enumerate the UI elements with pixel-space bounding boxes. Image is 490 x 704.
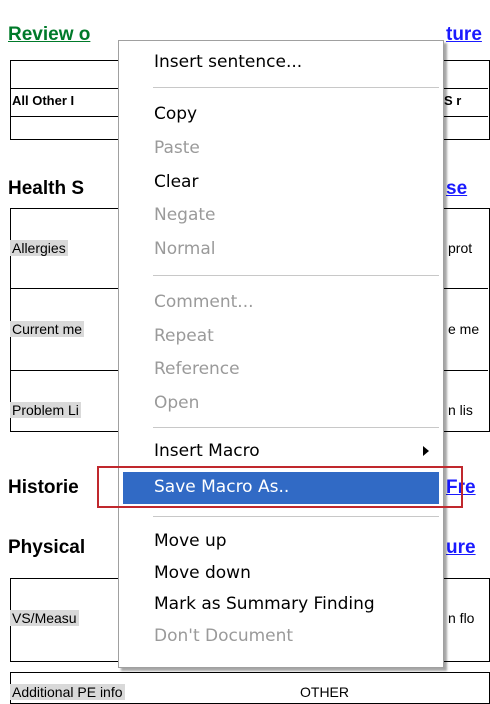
current-meds-cell[interactable]: Current me [10,321,85,337]
menu-item-insert-sentence[interactable]: Insert sentence... [154,52,302,72]
menu-item-dont-document: Don't Document [154,626,294,646]
health-status-link[interactable]: se [446,178,467,200]
menu-item-move-up[interactable]: Move up [154,531,227,551]
menu-item-negate: Negate [154,205,216,225]
problem-list-cell[interactable]: Problem Li [10,402,81,418]
vs-measurements-right-cell: n flo [448,610,475,626]
menu-item-copy[interactable]: Copy [154,104,197,124]
current-meds-right-cell: e me [448,321,480,337]
menu-item-mark-summary-finding[interactable]: Mark as Summary Finding [154,594,375,614]
menu-item-reference: Reference [154,359,240,379]
allergies-right-cell: prot [448,240,473,256]
menu-item-clear[interactable]: Clear [154,172,198,192]
menu-item-comment: Comment... [154,292,254,312]
menu-separator [153,275,439,276]
physical-exam-link[interactable]: ure [446,537,476,559]
annotation-highlight-box [97,466,463,508]
health-status-heading: Health S [8,178,85,199]
histories-heading: Historie [8,477,79,498]
physical-exam-heading: Physical [8,537,86,558]
problem-list-right-cell: n lis [448,402,473,418]
menu-separator [153,87,439,88]
menu-separator [153,516,439,517]
review-structure-link[interactable]: ture [446,24,482,46]
menu-item-repeat: Repeat [154,326,214,346]
allergies-cell[interactable]: Allergies [10,240,68,256]
other-cell: OTHER [300,684,349,700]
menu-item-paste: Paste [154,138,200,158]
vs-measurements-cell[interactable]: VS/Measu [10,610,79,626]
additional-pe-cell[interactable]: Additional PE info [10,684,125,700]
context-menu: Insert sentence... Copy Paste Clear Nega… [118,40,444,668]
submenu-arrow-icon [423,446,429,456]
menu-item-open: Open [154,393,200,413]
all-other-right-label: S r [444,93,462,108]
all-other-label: All Other I [12,93,75,108]
menu-separator [153,427,439,428]
review-of-systems-heading[interactable]: Review o [8,24,90,46]
menu-item-move-down[interactable]: Move down [154,563,251,583]
menu-item-normal: Normal [154,239,216,259]
menu-item-insert-macro[interactable]: Insert Macro [154,441,260,461]
